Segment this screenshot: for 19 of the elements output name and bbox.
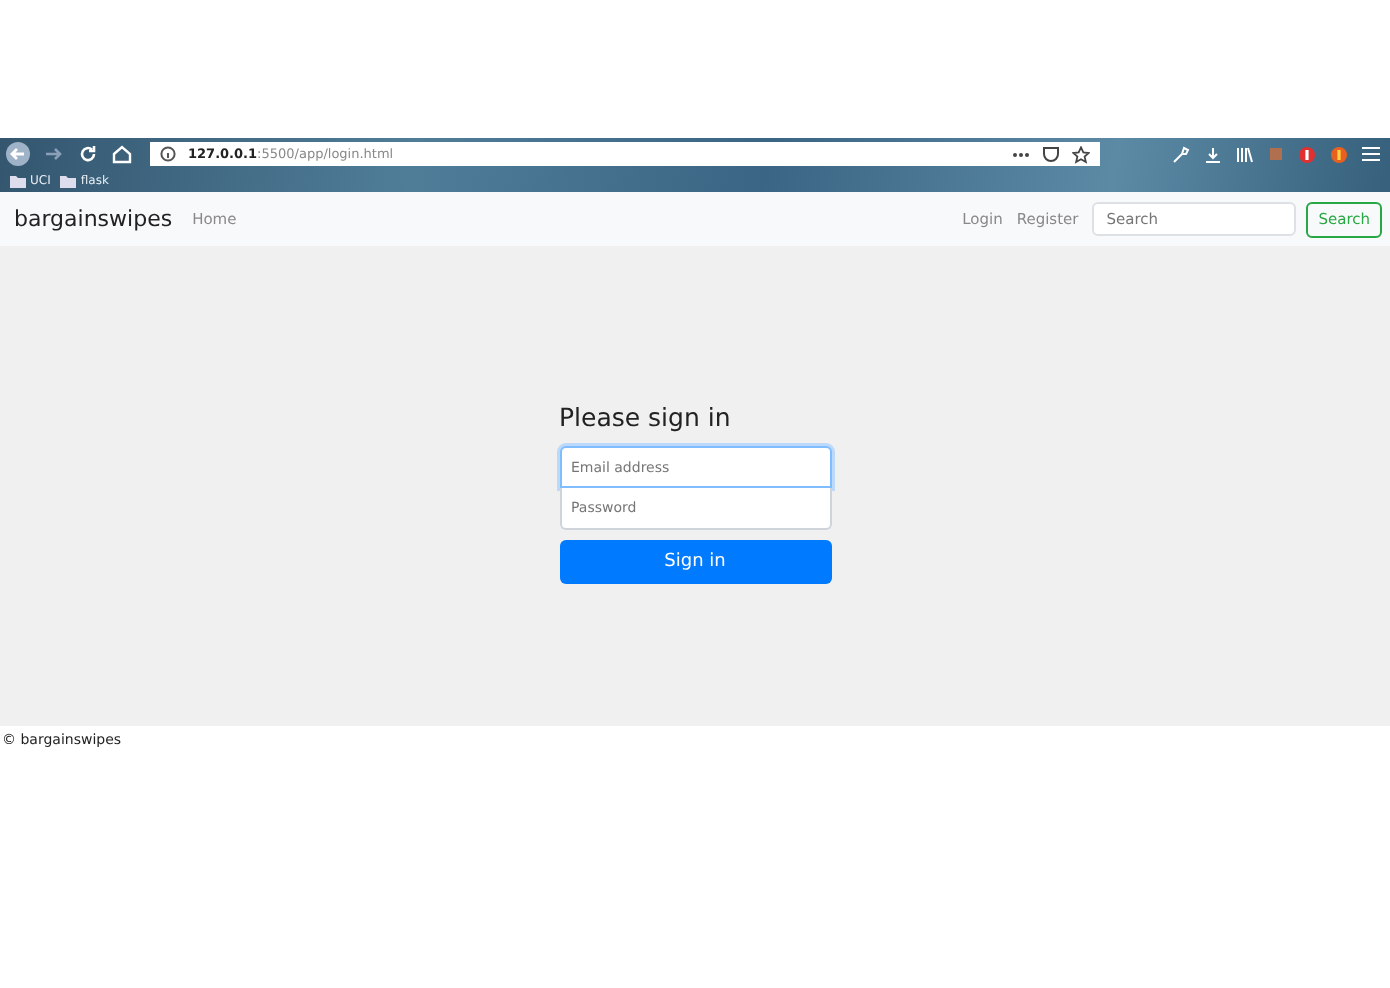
folder-icon (10, 175, 26, 187)
pocket-icon[interactable] (1042, 146, 1060, 162)
extension-icon[interactable] (1330, 145, 1348, 163)
extension-icon[interactable] (1298, 145, 1316, 163)
wrench-icon[interactable] (1172, 145, 1190, 163)
form-heading: Please sign in (559, 402, 733, 432)
reload-icon[interactable] (78, 144, 98, 164)
folder-icon (60, 175, 77, 187)
sign-in-button[interactable]: Sign in (559, 540, 831, 584)
more-icon[interactable] (1012, 151, 1030, 157)
forward-icon[interactable] (44, 144, 64, 164)
download-icon[interactable] (1204, 145, 1222, 163)
info-icon (160, 146, 176, 162)
brand-link[interactable]: bargainswipes (14, 206, 173, 232)
back-icon[interactable] (6, 142, 30, 166)
menu-icon[interactable] (1362, 146, 1380, 162)
library-icon[interactable] (1236, 145, 1254, 163)
home-icon[interactable] (112, 144, 132, 164)
star-icon[interactable] (1072, 145, 1090, 163)
